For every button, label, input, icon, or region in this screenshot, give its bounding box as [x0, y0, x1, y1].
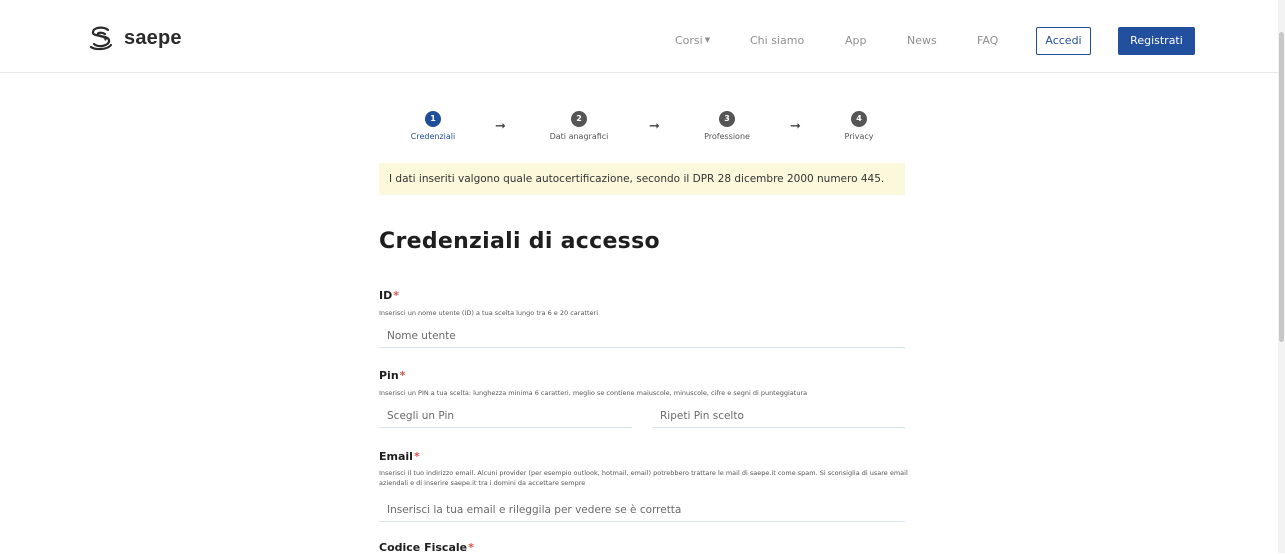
nav-faq[interactable]: FAQ — [977, 34, 998, 47]
step-dati-anagrafici: 2 Dati anagrafici — [539, 111, 619, 141]
step-privacy: 4 Privacy — [834, 111, 884, 141]
codice-fiscale-label: Codice Fiscale* — [379, 541, 474, 554]
nav-app[interactable]: App — [845, 34, 867, 47]
id-label-text: ID — [379, 289, 393, 302]
pin-help: Inserisci un PIN a tua scelta: lunghezza… — [379, 389, 808, 397]
pin-label: Pin* — [379, 369, 405, 382]
step-number: 4 — [851, 111, 867, 127]
id-label: ID* — [379, 289, 399, 302]
step-number: 3 — [719, 111, 735, 127]
main-nav: Corsi ▼ Chi siamo App News FAQ Accedi Reg… — [0, 0, 1278, 72]
required-mark: * — [413, 450, 420, 463]
nav-corsi-label: Corsi — [675, 34, 703, 47]
nav-chi-siamo[interactable]: Chi siamo — [750, 34, 804, 47]
email-label-text: Email — [379, 450, 413, 463]
codice-fiscale-label-text: Codice Fiscale — [379, 541, 468, 554]
pin-label-text: Pin — [379, 369, 399, 382]
login-button[interactable]: Accedi — [1036, 27, 1091, 55]
page-title: Credenziali di accesso — [379, 229, 660, 254]
step-label: Dati anagrafici — [549, 132, 609, 141]
register-button[interactable]: Registrati — [1118, 27, 1195, 55]
step-number: 1 — [425, 111, 441, 127]
id-help: Inserisci un nome utente (ID) a tua scel… — [379, 309, 598, 317]
pin-repeat-input[interactable] — [652, 404, 905, 428]
required-mark: * — [393, 289, 399, 302]
step-number: 2 — [571, 111, 587, 127]
site-header: saepe Corsi ▼ Chi siamo App News FAQ Acce… — [0, 0, 1278, 73]
required-mark: * — [468, 541, 474, 554]
autocertification-notice: I dati inseriti valgono quale autocertif… — [379, 163, 905, 195]
nav-corsi[interactable]: Corsi ▼ — [675, 34, 710, 47]
nav-news[interactable]: News — [907, 34, 937, 47]
email-help: Inserisci il tuo indirizzo email. Alcuni… — [379, 469, 908, 487]
arrow-right-icon: ➞ — [495, 119, 506, 134]
step-professione: 3 Professione — [692, 111, 762, 141]
step-credenziali: 1 Credenziali — [405, 111, 461, 141]
email-label: Email* — [379, 450, 420, 463]
arrow-right-icon: ➞ — [790, 119, 801, 134]
required-mark: * — [399, 369, 406, 382]
email-input[interactable] — [379, 498, 905, 522]
pin-input[interactable] — [379, 404, 632, 428]
scrollbar-thumb[interactable] — [1279, 32, 1284, 342]
chevron-down-icon: ▼ — [704, 36, 711, 44]
step-label: Privacy — [844, 132, 874, 141]
step-label: Professione — [704, 132, 750, 141]
step-label: Credenziali — [410, 132, 456, 141]
arrow-right-icon: ➞ — [649, 119, 660, 134]
page-scrollbar[interactable] — [1278, 0, 1285, 553]
id-input[interactable] — [379, 324, 905, 348]
